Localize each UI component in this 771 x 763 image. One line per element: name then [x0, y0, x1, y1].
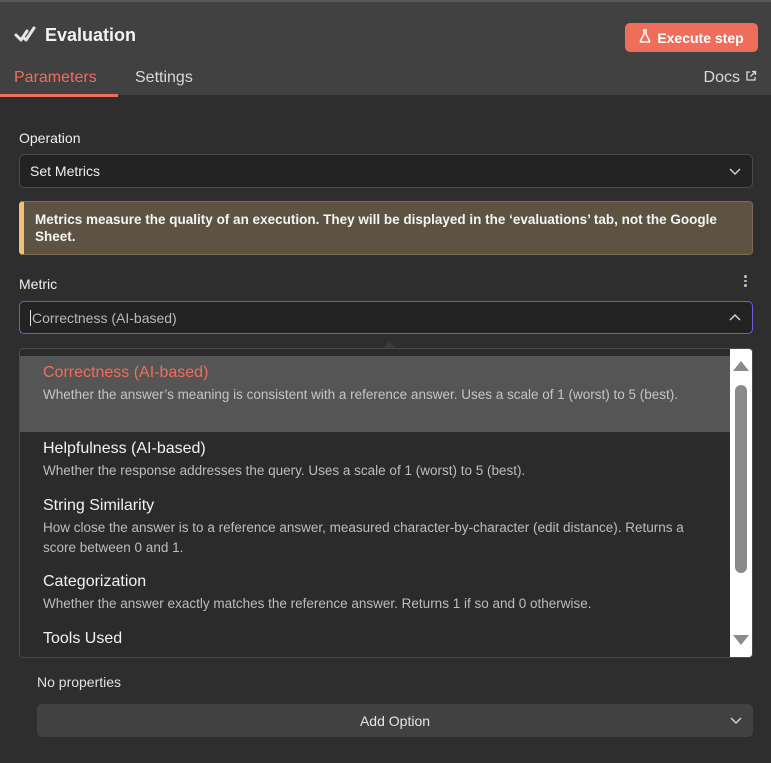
scroll-up-arrow-icon[interactable]	[733, 361, 749, 371]
text-caret	[30, 309, 31, 326]
option-name: Categorization	[43, 573, 147, 590]
metric-label: Metric	[19, 276, 58, 292]
chevron-down-icon	[728, 164, 742, 181]
dropdown-option-categorization[interactable]: Categorization Whether the answer exactl…	[20, 572, 731, 614]
operation-value: Set Metrics	[30, 163, 101, 179]
chevron-down-icon	[729, 713, 743, 730]
scroll-thumb[interactable]	[735, 385, 747, 573]
no-properties-text: No properties	[37, 674, 122, 690]
title-row: Evaluation	[14, 24, 136, 46]
notice-text: Metrics measure the quality of an execut…	[35, 212, 717, 244]
scroll-down-arrow-icon[interactable]	[733, 635, 749, 645]
add-option-label: Add Option	[359, 712, 431, 729]
execute-step-label: Execute step	[657, 29, 744, 46]
option-description: Whether the answer exactly matches the r…	[43, 596, 592, 611]
add-option-button[interactable]: Add Option	[37, 704, 753, 737]
option-name: Correctness (AI-based)	[43, 364, 209, 381]
dropdown-option-tools-used[interactable]: Tools Used	[20, 629, 731, 649]
dropdown-option-string-similarity[interactable]: String Similarity How close the answer i…	[20, 496, 731, 558]
option-description: Whether the response addresses the query…	[43, 463, 526, 478]
docs-link[interactable]: Docs	[704, 69, 757, 87]
dropdown-option-correctness[interactable]: Correctness (AI-based) Whether the answe…	[20, 356, 731, 432]
tab-settings[interactable]: Settings	[135, 69, 193, 87]
node-title: Evaluation	[45, 24, 137, 45]
metrics-notice: Metrics measure the quality of an execut…	[19, 201, 753, 255]
chevron-up-icon	[728, 311, 742, 328]
active-tab-indicator	[0, 94, 118, 97]
operation-label: Operation	[19, 130, 81, 146]
dropdown-pointer	[383, 341, 395, 348]
option-description: How close the answer is to a reference a…	[43, 520, 684, 555]
tab-parameters[interactable]: Parameters	[14, 69, 97, 87]
kebab-menu-icon[interactable]	[744, 275, 747, 287]
execute-step-button[interactable]: Execute step	[625, 23, 758, 52]
dropdown-option-helpfulness[interactable]: Helpfulness (AI-based) Whether the respo…	[20, 439, 731, 481]
docs-label: Docs	[703, 69, 740, 86]
check-double-icon	[14, 24, 36, 46]
metric-dropdown: Correctness (AI-based) Whether the answe…	[19, 348, 753, 658]
dropdown-scrollbar[interactable]	[730, 349, 752, 657]
option-description: Whether the answer’s meaning is consiste…	[43, 387, 679, 402]
metric-select[interactable]: Correctness (AI-based)	[19, 301, 753, 334]
operation-select[interactable]: Set Metrics	[19, 154, 753, 188]
node-header: Evaluation Execute step Parameters Setti…	[0, 0, 771, 97]
flask-icon	[639, 29, 651, 46]
option-name: Tools Used	[43, 630, 123, 647]
option-name: Helpfulness (AI-based)	[43, 440, 206, 457]
external-link-icon	[745, 69, 757, 87]
metric-placeholder: Correctness (AI-based)	[32, 309, 177, 326]
option-name: String Similarity	[43, 497, 155, 514]
